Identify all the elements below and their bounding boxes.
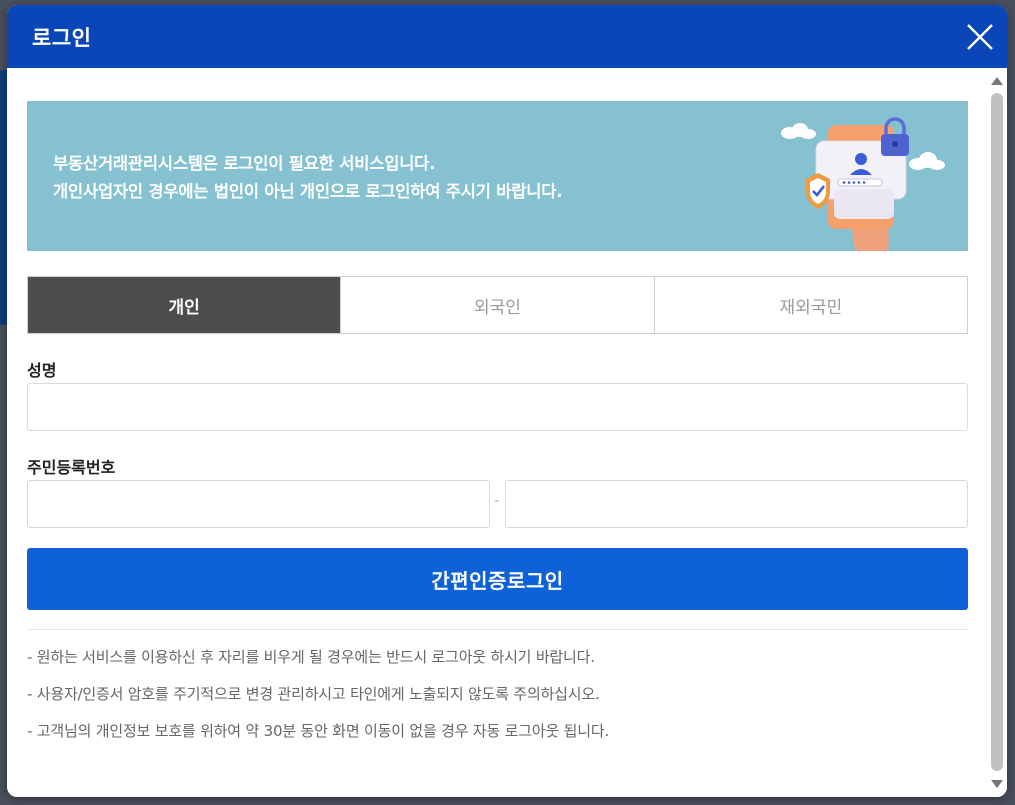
login-security-illustration [781,117,945,251]
info-banner: 부동산거래관리시스템은 로그인이 필요한 서비스입니다. 개인사업자인 경우에는… [27,101,968,251]
scroll-thumb[interactable] [991,93,1003,771]
modal-header: 로그인 [7,5,1007,68]
rrn-back-input[interactable] [505,480,968,528]
tab-foreigner[interactable]: 외국인 [340,277,654,333]
banner-line-1: 부동산거래관리시스템은 로그인이 필요한 서비스입니다. [53,154,436,173]
notice-item: - 고객님의 개인정보 보호를 위하여 약 30분 동안 화면 이동이 없을 경… [27,722,610,740]
tab-overseas-korean[interactable]: 재외국민 [653,277,967,333]
modal-scrollbar[interactable] [987,68,1007,797]
rrn-label: 주민등록번호 [27,458,116,477]
notice-item: - 원하는 서비스를 이용하신 후 자리를 비우게 될 경우에는 반드시 로그아… [27,648,595,666]
modal-title: 로그인 [32,25,92,50]
modal-body: 부동산거래관리시스템은 로그인이 필요한 서비스입니다. 개인사업자인 경우에는… [7,68,1007,797]
close-icon[interactable] [965,22,995,52]
rrn-front-input[interactable] [27,480,490,528]
scroll-down-arrow-icon[interactable] [991,780,1003,788]
tab-individual[interactable]: 개인 [28,277,341,333]
banner-text: 부동산거래관리시스템은 로그인이 필요한 서비스입니다. 개인사업자인 경우에는… [53,150,562,206]
login-modal: 로그인 부동산거래관리시스템은 로그인이 필요한 서비스입니다. 개인사업자인 … [7,5,1007,797]
name-label: 성명 [27,361,57,380]
divider [27,629,968,630]
banner-line-2: 개인사업자인 경우에는 법인이 아닌 개인으로 로그인하여 주시기 바랍니다. [53,182,563,201]
user-type-tabs: 개인 외국인 재외국민 [27,276,968,334]
scroll-up-arrow-icon[interactable] [991,77,1003,85]
notice-item: - 사용자/인증서 암호를 주기적으로 변경 관리하시고 타인에게 노출되지 않… [27,685,600,703]
name-input[interactable] [27,383,968,431]
simple-auth-login-button[interactable]: 간편인증로그인 [27,548,968,610]
notice-list: - 원하는 서비스를 이용하신 후 자리를 비우게 될 경우에는 반드시 로그아… [27,646,609,757]
rrn-separator: - [494,493,500,509]
